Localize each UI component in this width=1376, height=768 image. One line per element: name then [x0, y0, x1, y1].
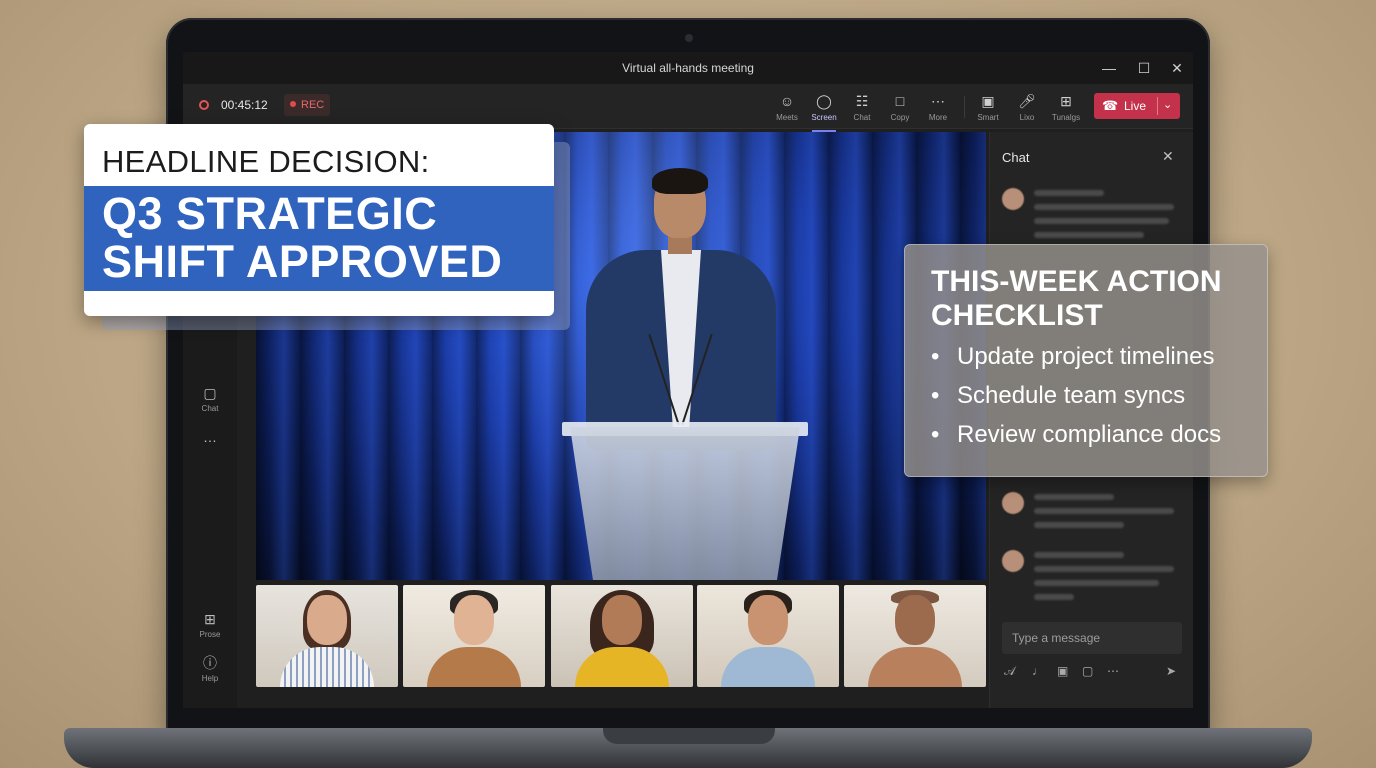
message-line [1034, 552, 1124, 558]
rail-item-chat[interactable]: ▢ Chat [183, 385, 237, 413]
tool-share[interactable]: ⊞ Tunalgs [1048, 92, 1084, 122]
action-checklist-card: THIS-WEEK ACTION CHECKLIST Update projec… [904, 244, 1268, 477]
live-button[interactable]: ☎ Live ⌄ [1094, 93, 1180, 119]
chevron-down-icon[interactable]: ⌄ [1163, 98, 1172, 111]
meeting-toolbar: 00:45:12 REC ☺ Meets ◯ Screen ☷ Chat □ C… [183, 84, 1193, 132]
rail-item-help[interactable]: ⓘ Help [183, 655, 237, 683]
headline-kicker: HEADLINE DECISION: [102, 144, 430, 179]
checklist-item: Schedule team syncs [931, 380, 1221, 419]
tool-label: Chat [853, 113, 871, 122]
message-line [1034, 190, 1104, 196]
compose-toolbar: 𝒜︎ ♩ ▣ ▢ ⋯ ➤ [1002, 664, 1182, 684]
close-icon[interactable]: ✕ [1162, 148, 1174, 165]
tool-chat[interactable]: ☷ Chat [844, 92, 880, 122]
apps-icon: ⊞ [204, 611, 216, 627]
message-line [1034, 204, 1174, 210]
checklist-item: Review compliance docs [931, 419, 1221, 458]
send-icon[interactable]: ➤ [1166, 664, 1176, 678]
more-icon: … [203, 429, 217, 445]
message-line [1034, 522, 1124, 528]
checklist-list: Update project timelines Schedule team s… [931, 341, 1221, 458]
more-icon[interactable]: ⋯ [1107, 664, 1119, 678]
recording-badge: REC [284, 94, 331, 116]
rail-label: Prose [199, 630, 221, 639]
help-icon: ⓘ [203, 655, 217, 671]
more-icon: ⋯ [931, 93, 945, 109]
tool-camera[interactable]: ▣ Smart [970, 92, 1006, 122]
live-label: Live [1124, 99, 1147, 113]
participant-face [748, 595, 788, 645]
share-icon: ⊞ [1060, 93, 1072, 109]
podium [570, 427, 800, 580]
rec-label: REC [301, 99, 325, 111]
tool-label: Screen [811, 113, 837, 122]
participant-tile[interactable] [403, 585, 545, 687]
tool-copy[interactable]: □ Copy [882, 92, 918, 122]
headline-card: HEADLINE DECISION: Q3 STRATEGIC SHIFT AP… [84, 124, 554, 316]
gif-icon[interactable]: ▣ [1057, 664, 1068, 678]
message-line [1034, 508, 1174, 514]
rail-item-more[interactable]: … [183, 429, 237, 445]
chat-panel-title: Chat [1002, 150, 1030, 165]
participant-face [602, 595, 642, 645]
tool-more[interactable]: ⋯ More [920, 92, 956, 122]
message-line [1034, 218, 1169, 224]
participant-tile[interactable] [844, 585, 986, 687]
participant-face [454, 595, 494, 645]
avatar [1002, 550, 1024, 572]
record-icon [199, 100, 209, 110]
participant-tile[interactable] [256, 585, 398, 687]
phone-icon: ☎ [1102, 98, 1119, 113]
mic-icon[interactable]: ♩ [1032, 664, 1044, 678]
participant-strip [256, 585, 986, 687]
headline-title: Q3 STRATEGIC SHIFT APPROVED [102, 188, 503, 287]
message-line [1034, 566, 1174, 572]
webcam-dot [685, 34, 693, 42]
tool-meets[interactable]: ☺ Meets [769, 92, 805, 122]
meeting-timer: 00:45:12 [221, 98, 268, 112]
title-bar: Virtual all-hands meeting — ☐ ✕ [183, 52, 1193, 84]
message-input[interactable]: Type a message [1002, 622, 1182, 654]
clipboard-icon: □ [895, 93, 905, 109]
live-divider [1157, 97, 1158, 115]
tool-label: Copy [890, 113, 910, 122]
tool-label: More [928, 113, 948, 122]
sticker-icon[interactable]: ▢ [1082, 664, 1093, 678]
checklist-title: THIS-WEEK ACTION CHECKLIST [931, 265, 1222, 332]
speaker-hair [652, 168, 708, 194]
laptop-notch [603, 728, 775, 744]
people-icon: ☺ [779, 93, 795, 109]
chat-bubble-icon: ◯ [816, 93, 832, 109]
mic-icon: 🎤︎ [1018, 93, 1036, 109]
tool-label: Meets [776, 113, 798, 122]
rail-label: Chat [201, 404, 219, 413]
message-line [1034, 232, 1144, 238]
checklist-item: Update project timelines [931, 341, 1221, 380]
minimize-button[interactable]: — [1099, 58, 1119, 78]
tool-screen[interactable]: ◯ Screen [806, 92, 842, 132]
tool-label: Tunalgs [1051, 113, 1081, 122]
avatar [1002, 188, 1024, 210]
window-title: Virtual all-hands meeting [622, 61, 754, 75]
message-line [1034, 494, 1114, 500]
rail-item-prose[interactable]: ⊞ Prose [183, 611, 237, 639]
maximize-button[interactable]: ☐ [1134, 58, 1154, 78]
message-line [1034, 594, 1074, 600]
participant-face [895, 595, 935, 645]
message-line [1034, 580, 1159, 586]
participant-tile-active[interactable] [551, 585, 693, 687]
close-window-button[interactable]: ✕ [1167, 58, 1187, 78]
tool-label: Smart [977, 113, 999, 122]
rail-label: Help [201, 674, 219, 683]
avatar [1002, 492, 1024, 514]
toolbar-divider [964, 96, 965, 118]
tool-mic[interactable]: 🎤︎ Lixo [1009, 92, 1045, 122]
chat-icon: ▢ [203, 385, 217, 401]
chat-icon: ☷ [855, 93, 869, 109]
format-icon[interactable]: 𝒜︎ [1004, 664, 1015, 679]
participant-face [307, 595, 347, 645]
tool-label: Lixo [1019, 113, 1035, 122]
camera-off-icon: ▣ [981, 93, 995, 109]
participant-tile[interactable] [697, 585, 839, 687]
